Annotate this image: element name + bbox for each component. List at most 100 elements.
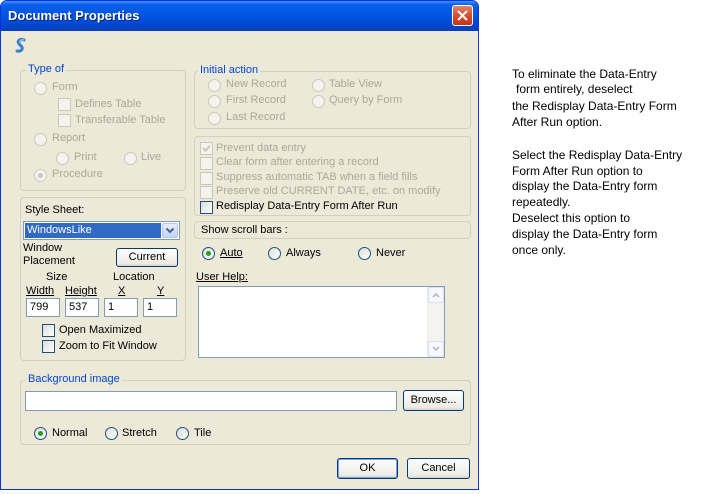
new-record-radio[interactable]: [208, 79, 221, 92]
window-title: Document Properties: [8, 8, 140, 23]
browse-button-label: Browse...: [410, 394, 457, 406]
redisplay-label: Redisplay Data-Entry Form After Run: [216, 200, 398, 212]
location-y-input[interactable]: 1: [143, 298, 177, 317]
suppress-tab-label: Suppress automatic TAB when a field fill…: [216, 171, 418, 183]
size-label: Size: [46, 271, 68, 283]
user-help-scrollbar[interactable]: [427, 287, 444, 357]
arrow-up-icon: [432, 292, 440, 298]
location-label: Location: [113, 271, 155, 283]
x-label: X: [118, 285, 126, 297]
redisplay-checkbox[interactable]: [200, 201, 213, 214]
transferable-table-label: Transferable Table: [75, 114, 166, 126]
chevron-down-icon: [165, 227, 175, 234]
open-maximized-checkbox[interactable]: [42, 324, 55, 337]
side-note-line: form entirely, deselect: [516, 82, 633, 96]
bg-normal-radio[interactable]: [34, 427, 47, 440]
live-label: Live: [141, 151, 162, 163]
suppress-tab-checkbox[interactable]: [200, 172, 213, 185]
report-label: Report: [52, 132, 86, 144]
bg-tile-radio[interactable]: [176, 427, 189, 440]
check-mark-icon: [202, 144, 211, 153]
style-sheet-label: Style Sheet:: [25, 204, 85, 216]
prevent-data-entry-checkbox[interactable]: [200, 142, 213, 155]
side-note-line: display the Data-Entry form: [512, 227, 658, 241]
open-maximized-label: Open Maximized: [59, 324, 142, 336]
preserve-date-label: Preserve old CURRENT DATE, etc. on modif…: [216, 185, 441, 197]
close-button[interactable]: [452, 5, 473, 26]
location-x-input[interactable]: 1: [104, 298, 138, 317]
height-input[interactable]: 537: [65, 298, 99, 317]
ok-button[interactable]: OK: [337, 458, 398, 479]
print-label: Print: [74, 151, 97, 163]
ok-button-label: OK: [359, 462, 376, 474]
bg-stretch-label: Stretch: [122, 427, 157, 439]
table-view-label: Table View: [329, 78, 382, 90]
procedure-radio[interactable]: [34, 169, 47, 182]
cancel-button[interactable]: Cancel: [407, 458, 470, 479]
style-sheet-select[interactable]: WindowsLike: [23, 221, 180, 240]
query-by-form-label: Query by Form: [329, 94, 403, 106]
document-properties-dialog: Document Properties Type of Form Defines…: [0, 0, 479, 490]
scroll-bars-label: Show scroll bars :: [201, 224, 288, 236]
zoom-to-fit-label: Zoom to Fit Window: [59, 340, 157, 352]
zoom-to-fit-checkbox[interactable]: [42, 340, 55, 353]
bg-stretch-radio[interactable]: [105, 427, 118, 440]
transferable-table-checkbox[interactable]: [58, 114, 71, 127]
side-note-line: Form After Run option to: [512, 164, 643, 178]
last-record-label: Last Record: [226, 111, 286, 123]
clear-form-checkbox[interactable]: [200, 157, 213, 170]
window-placement-label-line2: Placement: [23, 255, 75, 267]
procedure-label: Procedure: [52, 168, 103, 180]
close-icon: [457, 10, 468, 21]
side-note-line: To eliminate the Data-Entry: [512, 67, 657, 81]
width-input[interactable]: 799: [26, 298, 60, 317]
height-label: Height: [65, 285, 97, 297]
initial-action-legend: Initial action: [198, 64, 261, 76]
defines-table-checkbox[interactable]: [58, 98, 71, 111]
side-note-line: once only.: [512, 243, 566, 257]
dropdown-arrow[interactable]: [162, 223, 178, 238]
scroll-never-radio[interactable]: [358, 247, 371, 260]
live-radio[interactable]: [124, 152, 137, 165]
side-note-line: Deselect this option to: [512, 211, 631, 225]
scroll-always-label: Always: [286, 247, 321, 259]
query-by-form-radio[interactable]: [312, 95, 325, 108]
user-help-textarea[interactable]: [198, 286, 445, 358]
scroll-down-button[interactable]: [428, 341, 444, 357]
form-label: Form: [52, 81, 78, 93]
app-logo-icon: [15, 38, 26, 53]
table-view-radio[interactable]: [312, 79, 325, 92]
side-note-line: the Redisplay Data-Entry Form: [512, 99, 677, 113]
current-button-label: Current: [128, 251, 166, 263]
last-record-radio[interactable]: [208, 112, 221, 125]
scroll-up-button[interactable]: [428, 287, 444, 303]
first-record-radio[interactable]: [208, 95, 221, 108]
scroll-auto-radio[interactable]: [202, 247, 215, 260]
side-note-line: Select the Redisplay Data-Entry: [512, 148, 683, 162]
preserve-date-checkbox[interactable]: [200, 186, 213, 199]
browse-button[interactable]: Browse...: [403, 390, 464, 411]
side-note-line: display the Data-Entry form: [512, 179, 658, 193]
background-image-path-input[interactable]: [25, 391, 397, 411]
clear-form-label: Clear form after entering a record: [216, 156, 379, 168]
print-radio[interactable]: [56, 152, 69, 165]
cancel-button-label: Cancel: [421, 462, 456, 474]
bg-normal-label: Normal: [52, 427, 88, 439]
title-bar[interactable]: Document Properties: [1, 1, 478, 31]
background-image-legend: Background image: [26, 373, 122, 385]
user-help-label: User Help:: [196, 271, 248, 283]
form-radio[interactable]: [34, 82, 47, 95]
side-note-line: After Run option.: [512, 115, 603, 129]
style-sheet-value: WindowsLike: [25, 223, 161, 238]
side-note-line: repeatedly.: [512, 195, 571, 209]
report-radio[interactable]: [34, 133, 47, 146]
defines-table-label: Defines Table: [75, 98, 142, 110]
scroll-always-radio[interactable]: [268, 247, 281, 260]
arrow-down-icon: [432, 346, 440, 352]
first-record-label: First Record: [226, 94, 286, 106]
prevent-data-entry-label: Prevent data entry: [216, 142, 306, 154]
window-placement-label-line1: Window: [23, 242, 63, 254]
bg-tile-label: Tile: [194, 427, 212, 439]
type-of-legend: Type of: [26, 63, 67, 75]
current-button[interactable]: Current: [116, 248, 178, 267]
